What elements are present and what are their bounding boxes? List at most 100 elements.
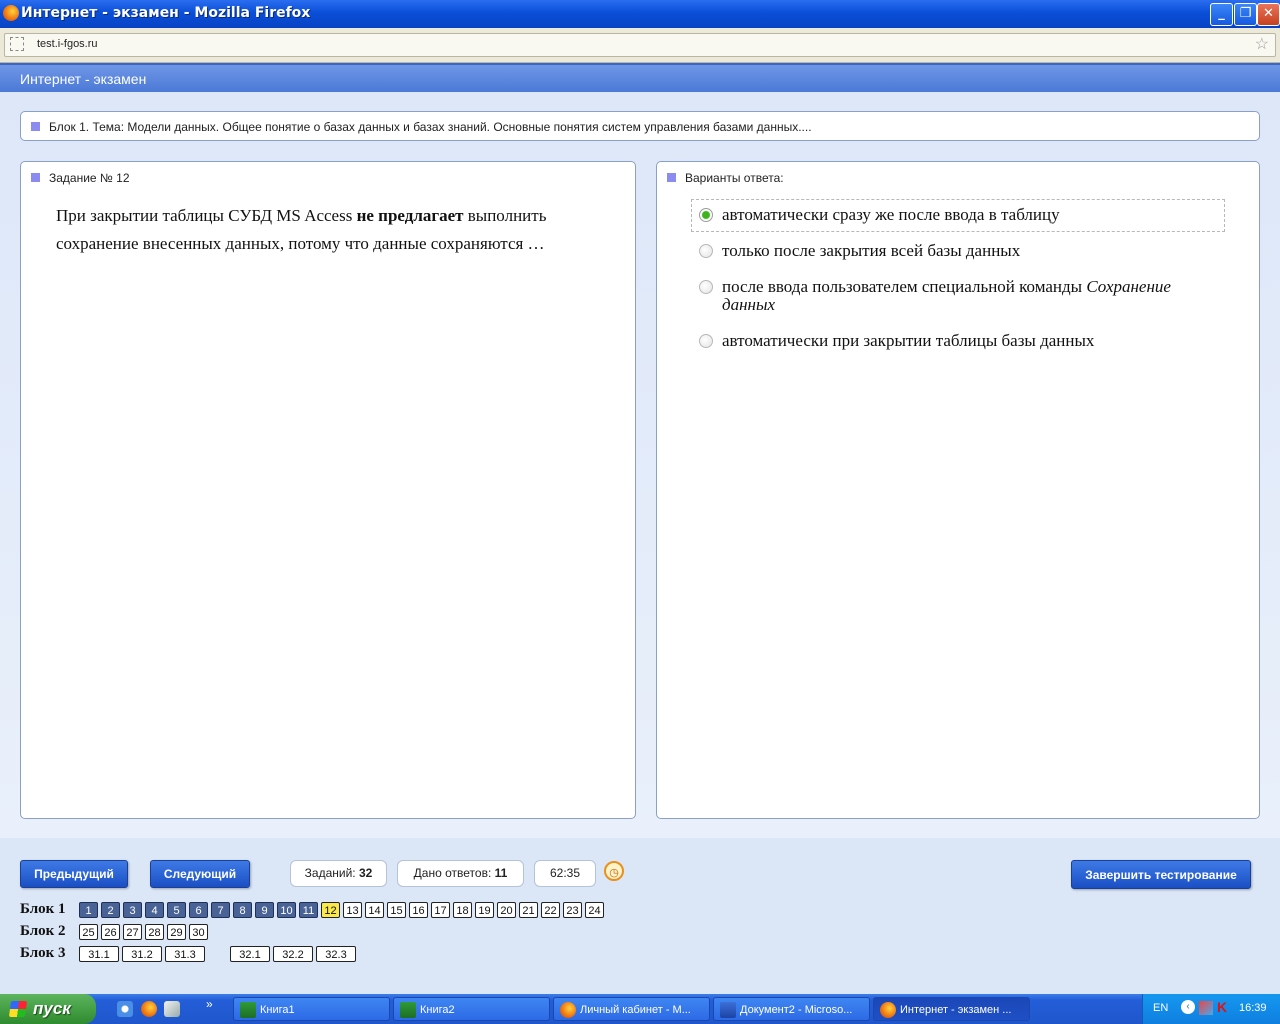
question-number-button[interactable]: 12 — [321, 902, 340, 918]
bullet-square-icon — [667, 173, 676, 182]
block-topic-text: Блок 1. Тема: Модели данных. Общее понят… — [49, 120, 812, 134]
timer: 62:35 — [534, 860, 596, 887]
restore-button[interactable]: ❐ — [1234, 3, 1257, 26]
question-number-button[interactable]: 3 — [123, 902, 142, 918]
excel-icon — [400, 1002, 416, 1018]
excel-icon — [240, 1002, 256, 1018]
block-topic-bar: Блок 1. Тема: Модели данных. Общее понят… — [20, 111, 1260, 141]
ie-icon[interactable] — [117, 1001, 133, 1017]
question-number-button[interactable]: 29 — [167, 924, 186, 940]
question-number-button[interactable]: 18 — [453, 902, 472, 918]
question-number-button[interactable]: 31.2 — [122, 946, 162, 962]
question-number-button[interactable]: 7 — [211, 902, 230, 918]
answer-option[interactable]: автоматически при закрытии таблицы базы … — [692, 332, 1224, 350]
question-number-button[interactable]: 2 — [101, 902, 120, 918]
tasks-count: 32 — [358, 866, 373, 880]
question-number-button[interactable]: 6 — [189, 902, 208, 918]
task-heading: Задание № 12 — [49, 171, 130, 185]
url-text[interactable]: test.i-fgos.ru — [37, 38, 98, 50]
answered-count-box: Дано ответов: 11 — [397, 860, 524, 887]
minimize-button[interactable]: _ — [1210, 3, 1233, 26]
question-number-button[interactable]: 14 — [365, 902, 384, 918]
answer-option-label: автоматически при закрытии таблицы базы … — [722, 331, 1095, 350]
test-navigation-footer: Предыдущий Следующий Заданий: 32 Дано от… — [0, 838, 1280, 994]
answer-option[interactable]: автоматически сразу же после ввода в таб… — [691, 199, 1225, 232]
answer-option-label: автоматически сразу же после ввода в таб… — [722, 205, 1060, 224]
previous-button[interactable]: Предыдущий — [20, 860, 128, 888]
answer-option-label: после ввода пользователем специальной ко… — [722, 277, 1087, 296]
question-number-button[interactable]: 32.3 — [316, 946, 356, 962]
window-title-bar: Интернет - экзамен - Mozilla Firefox _ ❐… — [0, 0, 1280, 28]
block-1-label: Блок 1 — [20, 901, 66, 917]
bullet-square-icon — [31, 122, 40, 131]
answers-heading: Варианты ответа: — [685, 171, 784, 185]
radio-button[interactable] — [699, 280, 713, 294]
question-number-button[interactable]: 26 — [101, 924, 120, 940]
taskbar-window-button[interactable]: Книга1 — [233, 997, 390, 1021]
show-desktop-icon[interactable] — [164, 1001, 180, 1017]
quick-launch-chevron-icon[interactable]: » — [206, 997, 213, 1011]
firefox-icon[interactable] — [141, 1001, 157, 1017]
taskbar-window-label: Книга2 — [420, 1004, 455, 1016]
task-panel: Задание № 12 При закрытии таблицы СУБД M… — [20, 161, 636, 819]
taskbar-window-button[interactable]: Книга2 — [393, 997, 550, 1021]
tasks-count-box: Заданий: 32 — [290, 860, 387, 887]
tray-clock: 16:39 — [1239, 1002, 1267, 1014]
question-number-button[interactable]: 28 — [145, 924, 164, 940]
answer-option[interactable]: только после закрытия всей базы данных — [692, 242, 1224, 260]
navigation-toolbar: test.i-fgos.ru ☆ — [0, 28, 1280, 63]
radio-button-selected[interactable] — [699, 208, 713, 222]
answers-panel: Варианты ответа: автоматически сразу же … — [656, 161, 1260, 819]
question-number-button[interactable]: 1 — [79, 902, 98, 918]
block-2-label: Блок 2 — [20, 923, 66, 939]
taskbar-window-button[interactable]: Документ2 - Microso... — [713, 997, 870, 1021]
page-icon — [10, 37, 24, 51]
taskbar-window-button[interactable]: Личный кабинет - М... — [553, 997, 710, 1021]
question-number-button[interactable]: 32.1 — [230, 946, 270, 962]
question-number-button[interactable]: 4 — [145, 902, 164, 918]
answer-option[interactable]: после ввода пользователем специальной ко… — [692, 278, 1224, 314]
windows-logo-icon — [8, 1001, 28, 1017]
question-number-button[interactable]: 13 — [343, 902, 362, 918]
radio-button[interactable] — [699, 244, 713, 258]
tray-expand-icon[interactable]: ‹ — [1181, 1000, 1195, 1014]
answered-count: 11 — [494, 866, 508, 880]
question-number-button[interactable]: 11 — [299, 902, 318, 918]
question-number-button[interactable]: 24 — [585, 902, 604, 918]
close-button[interactable]: ✕ — [1257, 3, 1280, 26]
antivirus-icon[interactable]: K — [1217, 999, 1227, 1015]
language-indicator[interactable]: EN — [1153, 1002, 1168, 1014]
question-number-button[interactable]: 9 — [255, 902, 274, 918]
question-number-button[interactable]: 31.1 — [79, 946, 119, 962]
question-number-button[interactable]: 23 — [563, 902, 582, 918]
system-tray: EN ‹ K 16:39 — [1142, 994, 1280, 1024]
firefox-icon — [880, 1002, 896, 1018]
question-number-button[interactable]: 15 — [387, 902, 406, 918]
question-number-button[interactable]: 10 — [277, 902, 296, 918]
start-button[interactable]: пуск — [0, 994, 96, 1024]
question-number-button[interactable]: 30 — [189, 924, 208, 940]
question-number-button[interactable]: 22 — [541, 902, 560, 918]
question-number-button[interactable]: 17 — [431, 902, 450, 918]
finish-test-button[interactable]: Завершить тестирование — [1071, 860, 1251, 889]
network-icon[interactable] — [1199, 1001, 1213, 1015]
taskbar-window-button[interactable]: Интернет - экзамен ... — [873, 997, 1030, 1021]
question-number-button[interactable]: 8 — [233, 902, 252, 918]
bookmark-star-icon[interactable]: ☆ — [1255, 34, 1269, 54]
question-number-button[interactable]: 5 — [167, 902, 186, 918]
url-bar[interactable]: test.i-fgos.ru ☆ — [4, 33, 1276, 57]
question-number-button[interactable]: 25 — [79, 924, 98, 940]
question-number-button[interactable]: 21 — [519, 902, 538, 918]
question-number-button[interactable]: 19 — [475, 902, 494, 918]
question-number-button[interactable]: 27 — [123, 924, 142, 940]
question-number-button[interactable]: 31.3 — [165, 946, 205, 962]
question-number-button[interactable]: 32.2 — [273, 946, 313, 962]
radio-button[interactable] — [699, 334, 713, 348]
question-number-button[interactable]: 16 — [409, 902, 428, 918]
question-emphasis: не предлагает — [356, 206, 464, 225]
windows-taskbar: пуск » Книга1 Книга2 Личный кабинет - М...… — [0, 994, 1280, 1024]
taskbar-window-label: Личный кабинет - М... — [580, 1004, 691, 1016]
next-button[interactable]: Следующий — [150, 860, 250, 888]
question-text: При закрытии таблицы СУБД MS Access не п… — [56, 206, 547, 253]
question-number-button[interactable]: 20 — [497, 902, 516, 918]
